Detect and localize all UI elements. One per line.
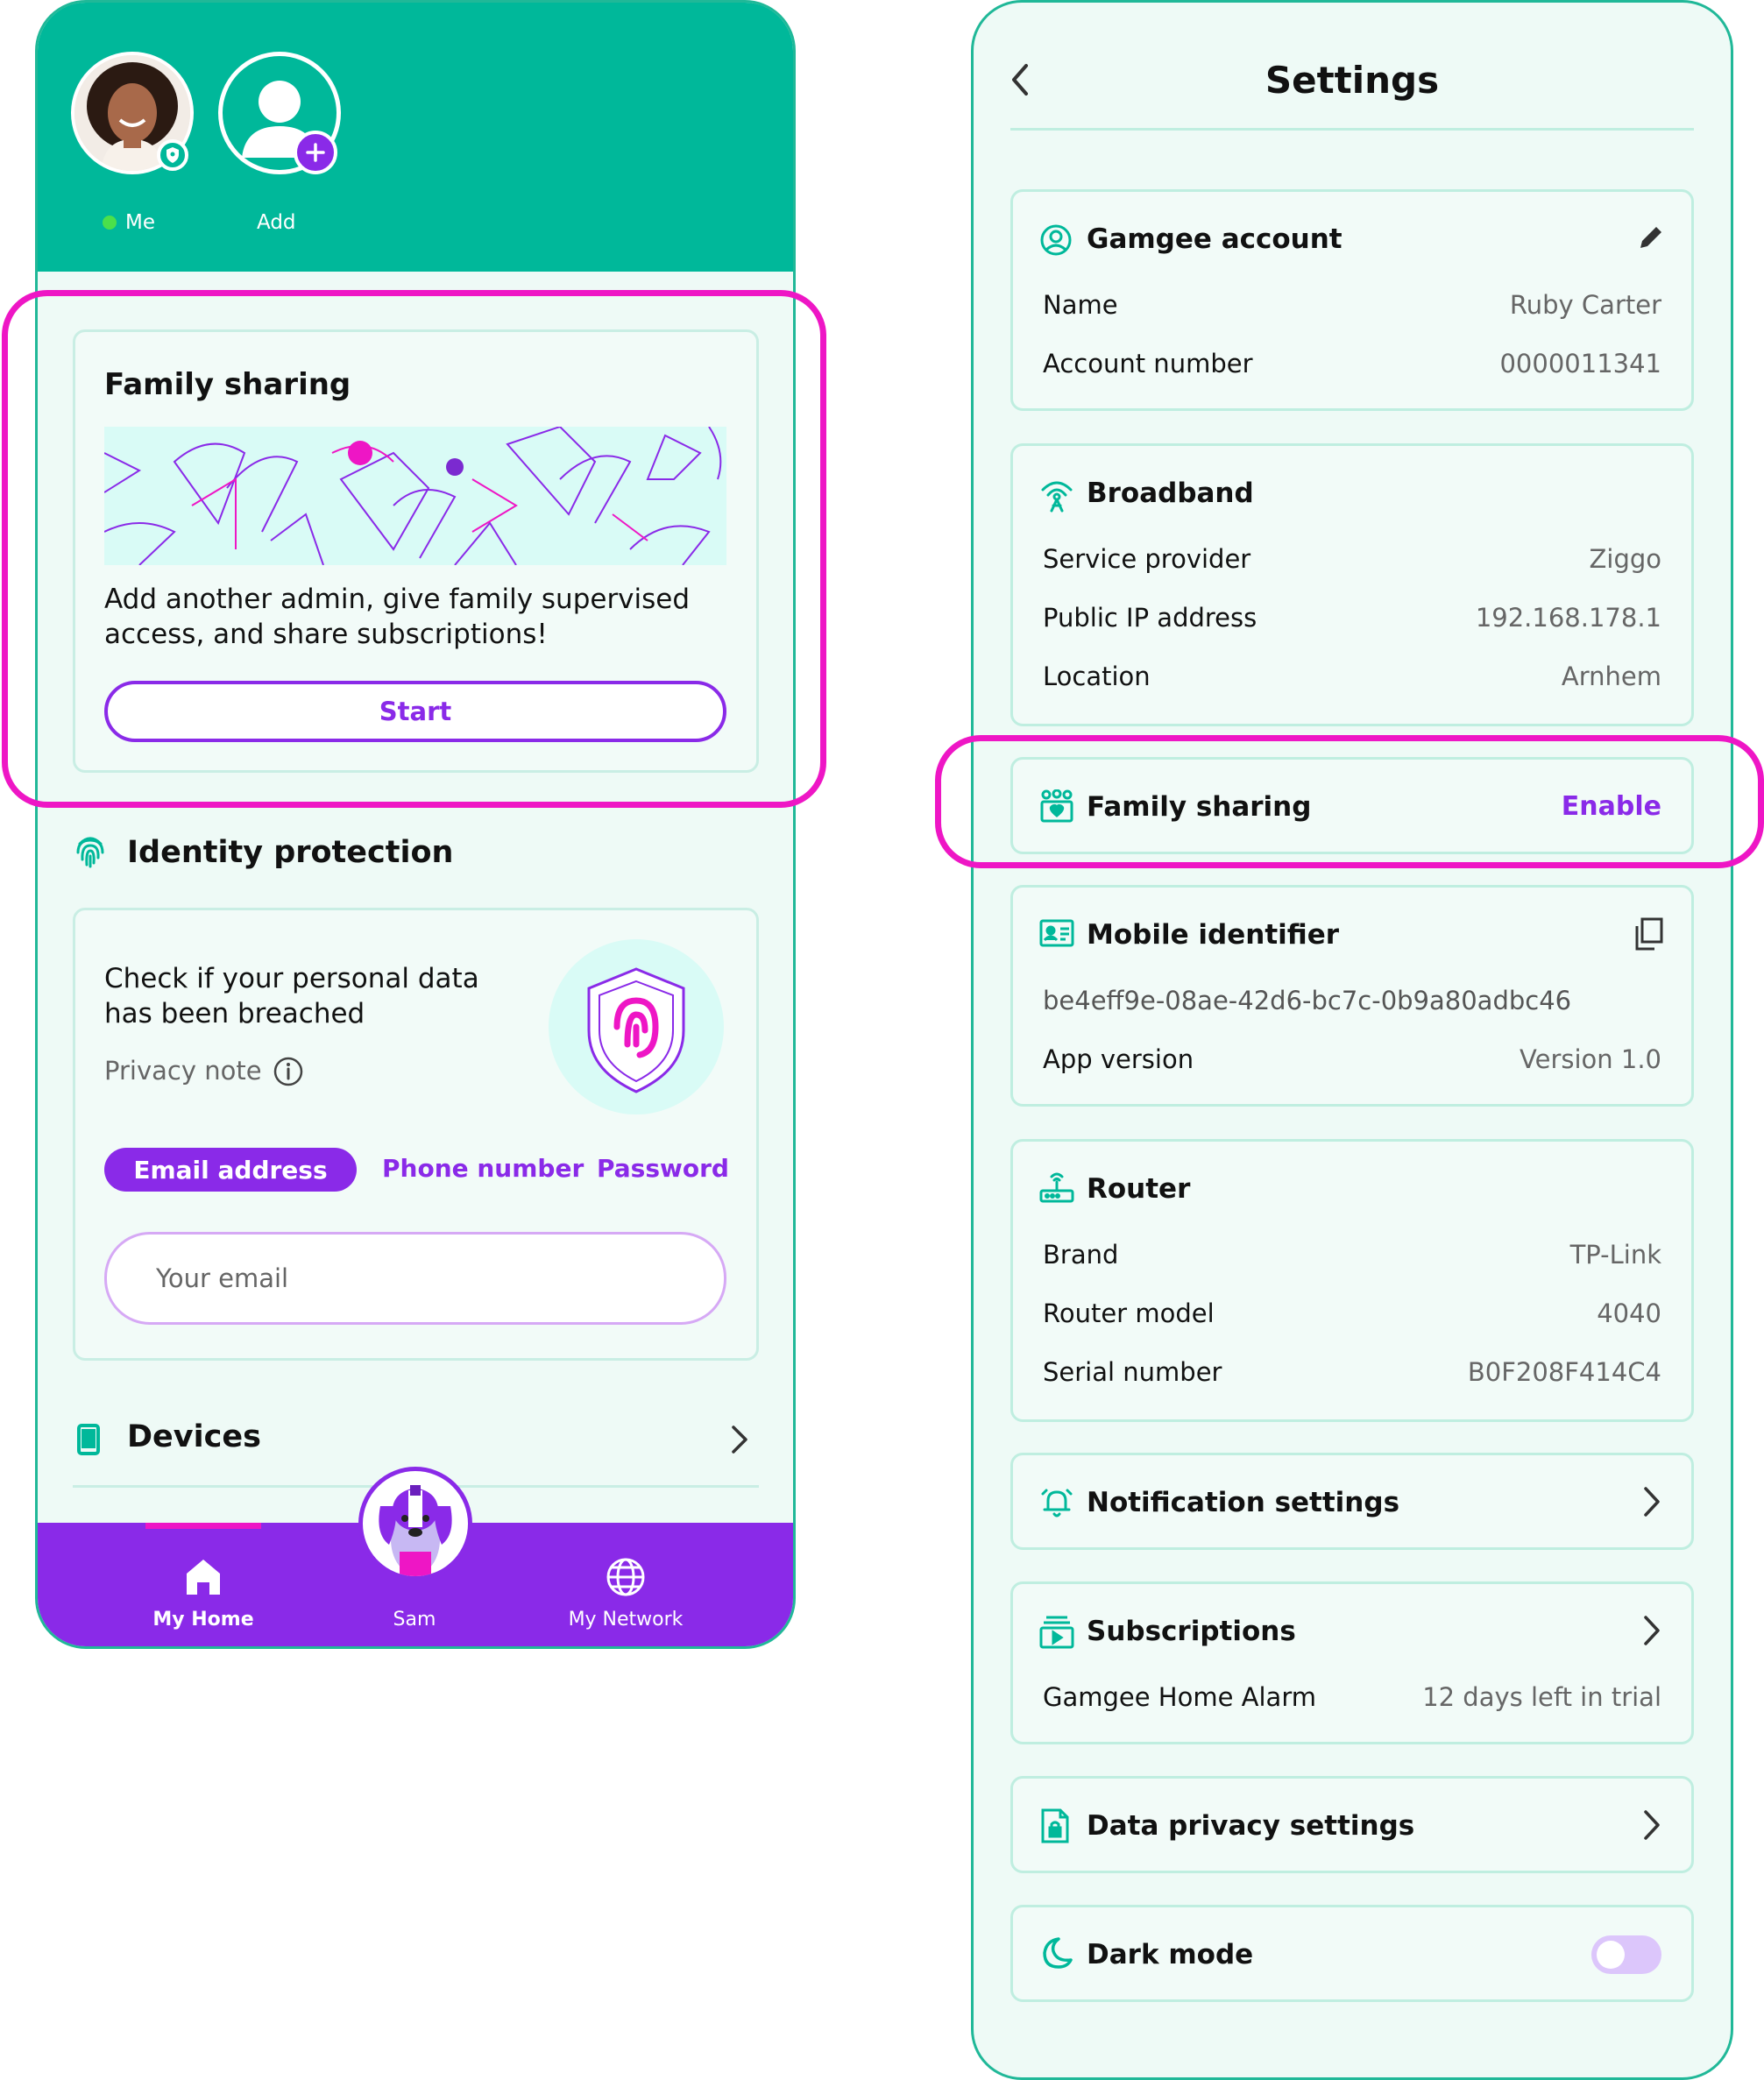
router-model-key: Router model xyxy=(1043,1298,1215,1328)
plus-icon[interactable] xyxy=(294,131,337,174)
mobile-identifier-card: Mobile identifier be4eff9e-08ae-42d6-bc7… xyxy=(1010,885,1694,1107)
account-icon xyxy=(1039,223,1073,257)
moon-icon xyxy=(1039,1935,1073,1970)
broadband-icon xyxy=(1039,478,1074,513)
highlight-family-card xyxy=(2,290,826,808)
broadband-card: Broadband Service provider Ziggo Public I… xyxy=(1010,443,1694,726)
breach-shield-illustration xyxy=(549,939,724,1114)
pencil-icon[interactable] xyxy=(1635,223,1665,253)
ip-key: Public IP address xyxy=(1043,603,1257,633)
nav-my-home[interactable]: My Home xyxy=(142,1609,265,1631)
title-divider xyxy=(1010,128,1694,131)
tab-phone-number[interactable]: Phone number xyxy=(382,1154,584,1183)
account-number-value: 0000011341 xyxy=(1499,349,1661,379)
subscriptions-card[interactable]: Subscriptions Gamgee Home Alarm 12 days l… xyxy=(1010,1581,1694,1744)
brand-value: TP-Link xyxy=(1569,1240,1661,1270)
active-tab-indicator xyxy=(145,1523,261,1529)
add-label: Add xyxy=(257,211,296,234)
chevron-right-icon[interactable] xyxy=(1642,1808,1661,1842)
data-privacy-title: Data privacy settings xyxy=(1087,1810,1415,1842)
phone-icon xyxy=(76,1424,101,1455)
app-version-key: App version xyxy=(1043,1044,1194,1074)
serial-key: Serial number xyxy=(1043,1357,1222,1387)
tab-email-address[interactable]: Email address xyxy=(104,1148,357,1192)
home-screen: Me Add Family sharing Add another admin,… xyxy=(35,0,796,1649)
check-line2: has been breached xyxy=(104,998,365,1029)
router-card: Router Brand TP-Link Router model 4040 Ser… xyxy=(1010,1139,1694,1422)
shield-badge-icon xyxy=(157,139,188,171)
sam-mascot-button[interactable] xyxy=(358,1467,472,1581)
dog-mascot-icon xyxy=(379,1485,452,1576)
document-lock-icon xyxy=(1039,1808,1071,1843)
fingerprint-icon xyxy=(74,833,106,868)
subscriptions-title: Subscriptions xyxy=(1087,1616,1296,1647)
subscriptions-icon xyxy=(1039,1614,1074,1649)
nav-sam[interactable]: Sam xyxy=(353,1609,476,1631)
dark-mode-toggle[interactable] xyxy=(1591,1935,1661,1974)
privacy-note-link[interactable]: Privacy note xyxy=(104,1056,262,1086)
location-value: Arnhem xyxy=(1561,661,1661,691)
profiles-header: Me Add xyxy=(38,3,793,272)
chevron-right-icon[interactable] xyxy=(1642,1614,1661,1647)
router-title: Router xyxy=(1087,1173,1191,1205)
nav-my-network[interactable]: My Network xyxy=(560,1609,691,1631)
email-input[interactable]: Your email xyxy=(104,1232,726,1325)
devices-title[interactable]: Devices xyxy=(127,1419,261,1454)
account-title: Gamgee account xyxy=(1087,223,1342,255)
serial-value: B0F208F414C4 xyxy=(1467,1357,1661,1387)
me-label: Me xyxy=(125,211,155,234)
online-status-dot xyxy=(103,216,117,230)
chevron-right-icon[interactable] xyxy=(730,1424,749,1455)
notification-settings-row[interactable]: Notification settings xyxy=(1010,1453,1694,1550)
settings-screen: Settings Gamgee account Name Ruby Carter … xyxy=(971,0,1733,2080)
globe-icon[interactable] xyxy=(605,1556,647,1598)
copy-icon[interactable] xyxy=(1633,917,1663,951)
broadband-title: Broadband xyxy=(1087,478,1254,509)
account-number-key: Account number xyxy=(1043,349,1253,379)
provider-key: Service provider xyxy=(1043,544,1251,574)
app-version-value: Version 1.0 xyxy=(1520,1044,1661,1074)
subscription-status: 12 days left in trial xyxy=(1422,1682,1661,1712)
home-icon[interactable] xyxy=(185,1558,222,1596)
mobile-identifier-title: Mobile identifier xyxy=(1087,919,1340,951)
account-card: Gamgee account Name Ruby Carter Account n… xyxy=(1010,189,1694,411)
identity-protection-title: Identity protection xyxy=(127,835,454,870)
provider-value: Ziggo xyxy=(1589,544,1661,574)
router-model-value: 4040 xyxy=(1597,1298,1661,1328)
data-privacy-row[interactable]: Data privacy settings xyxy=(1010,1776,1694,1873)
identity-check-card: Check if your personal data has been bre… xyxy=(73,908,759,1361)
highlight-family-row xyxy=(935,735,1764,868)
tab-password[interactable]: Password xyxy=(597,1154,729,1183)
account-name-value: Ruby Carter xyxy=(1509,290,1661,320)
ip-value: 192.168.178.1 xyxy=(1475,603,1661,633)
dark-mode-title: Dark mode xyxy=(1087,1939,1254,1970)
toggle-knob xyxy=(1597,1941,1625,1969)
dark-mode-row: Dark mode xyxy=(1010,1905,1694,2002)
brand-key: Brand xyxy=(1043,1240,1119,1270)
check-line1: Check if your personal data xyxy=(104,963,479,994)
chevron-right-icon[interactable] xyxy=(1642,1485,1661,1518)
account-name-key: Name xyxy=(1043,290,1118,320)
info-icon[interactable] xyxy=(273,1056,304,1087)
notification-settings-title: Notification settings xyxy=(1087,1487,1400,1518)
settings-title: Settings xyxy=(1265,59,1440,102)
bell-icon xyxy=(1039,1485,1074,1520)
router-icon xyxy=(1039,1171,1074,1205)
mobile-id-value: be4eff9e-08ae-42d6-bc7c-0b9a80adbc46 xyxy=(1043,986,1572,1015)
location-key: Location xyxy=(1043,661,1151,691)
subscription-name: Gamgee Home Alarm xyxy=(1043,1682,1316,1712)
id-card-icon xyxy=(1039,919,1074,947)
